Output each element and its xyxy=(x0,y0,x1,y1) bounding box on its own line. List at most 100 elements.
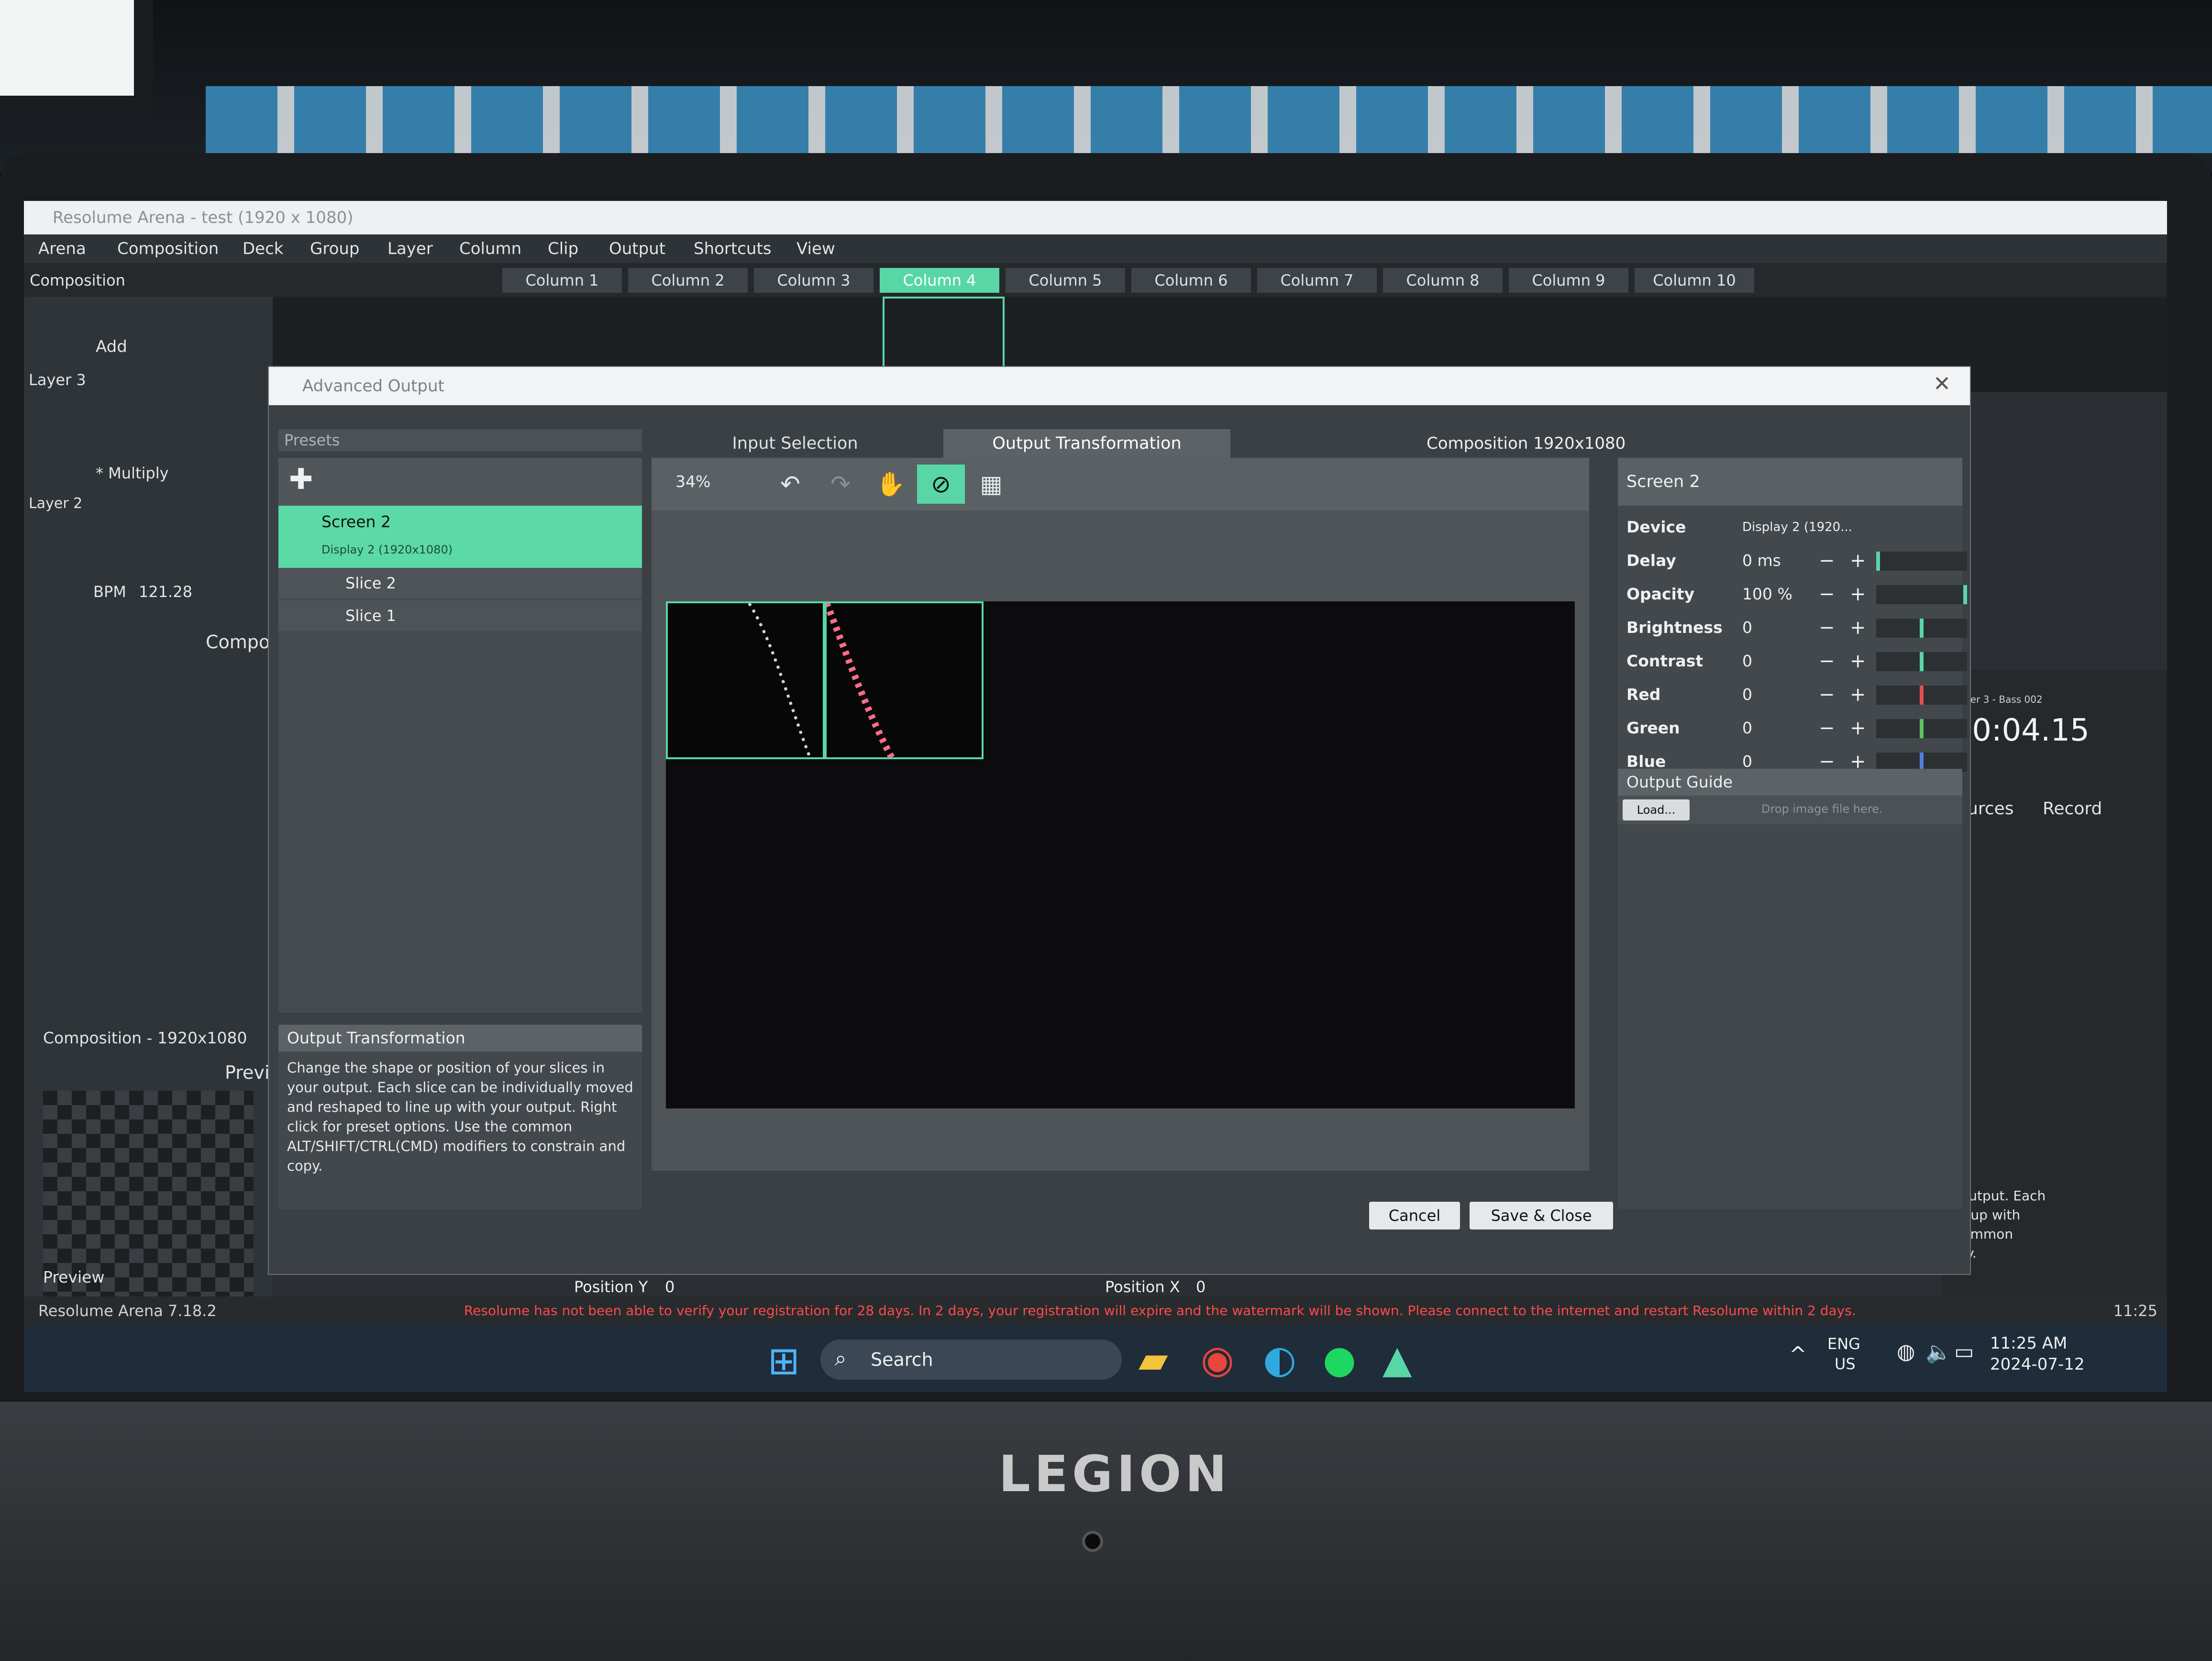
redo-icon[interactable]: ↷ xyxy=(817,465,864,504)
presets-dropdown[interactable]: Presets xyxy=(278,429,642,451)
clock-date[interactable]: 2024-07-12 xyxy=(1990,1355,2085,1374)
column-7[interactable]: Column 7 xyxy=(1257,268,1377,293)
minus-button[interactable]: − xyxy=(1819,577,1835,611)
screen-display: Display 2 (1920x1080) xyxy=(321,543,453,556)
column-8[interactable]: Column 8 xyxy=(1383,268,1503,293)
plus-button[interactable]: + xyxy=(1850,577,1866,611)
region-label[interactable]: US xyxy=(1835,1355,1856,1373)
menu-group[interactable]: Group xyxy=(310,234,360,263)
minus-button[interactable]: − xyxy=(1819,678,1835,711)
undo-icon[interactable]: ↶ xyxy=(766,465,814,504)
column-4[interactable]: Column 4 xyxy=(880,268,999,293)
volume-icon[interactable]: 🔈 xyxy=(1925,1340,1952,1364)
prop-slider[interactable] xyxy=(1876,652,1967,671)
position-x-value[interactable]: 0 xyxy=(1196,1275,1206,1299)
column-6[interactable]: Column 6 xyxy=(1131,268,1251,293)
menu-layer[interactable]: Layer xyxy=(387,234,433,263)
plus-button[interactable]: + xyxy=(1850,711,1866,745)
tray-chevron-icon[interactable]: ^ xyxy=(1789,1342,1807,1367)
menu-column[interactable]: Column xyxy=(459,234,521,263)
tab-input-selection[interactable]: Input Selection xyxy=(652,429,939,458)
prop-slider[interactable] xyxy=(1876,552,1967,571)
column-10[interactable]: Column 10 xyxy=(1635,268,1754,293)
prop-label: Contrast xyxy=(1626,652,1703,670)
grid-icon[interactable]: ▦ xyxy=(967,465,1015,504)
battery-icon[interactable]: ▭ xyxy=(1954,1340,1974,1364)
props-header: Screen 2 xyxy=(1618,458,1962,506)
bpm-value[interactable]: 121.28 xyxy=(139,583,192,601)
lang-label[interactable]: ENG xyxy=(1827,1335,1860,1353)
plus-button[interactable]: + xyxy=(1850,544,1866,577)
slice-1-thumb[interactable] xyxy=(666,601,825,759)
resolume-icon[interactable]: ▲ xyxy=(1382,1337,1412,1382)
prop-value[interactable]: 100 % xyxy=(1742,577,1792,611)
plus-button[interactable]: + xyxy=(1850,611,1866,644)
prop-value[interactable]: 0 ms xyxy=(1742,544,1781,577)
menu-arena[interactable]: Arena xyxy=(38,234,86,263)
load-button[interactable]: Load... xyxy=(1623,799,1690,820)
minus-button[interactable]: − xyxy=(1819,544,1835,577)
prop-slider[interactable] xyxy=(1876,686,1967,705)
clock-time[interactable]: 11:25 AM xyxy=(1990,1334,2067,1353)
save-close-button[interactable]: Save & Close xyxy=(1470,1202,1613,1229)
prop-slider[interactable] xyxy=(1876,719,1967,738)
advanced-output-dialog: Advanced Output ✕ Presets ✚ Screen 2 Dis… xyxy=(268,366,1971,1275)
composition-info: Composition 1920x1080 xyxy=(1427,434,1626,453)
composition-size-label: Composition - 1920x1080 xyxy=(43,1029,247,1047)
prop-value[interactable]: 0 xyxy=(1742,678,1752,711)
record-tab[interactable]: Record xyxy=(2043,799,2102,819)
menu-shortcuts[interactable]: Shortcuts xyxy=(694,234,772,263)
column-1[interactable]: Column 1 xyxy=(502,268,622,293)
prop-slider[interactable] xyxy=(1876,619,1967,638)
spotify-icon[interactable]: ● xyxy=(1323,1337,1356,1382)
slice-2-thumb[interactable] xyxy=(825,601,984,759)
network-icon[interactable]: ◍ xyxy=(1897,1340,1915,1364)
menu-clip[interactable]: Clip xyxy=(548,234,578,263)
column-2[interactable]: Column 2 xyxy=(628,268,748,293)
menu-view[interactable]: View xyxy=(796,234,835,263)
menu-output[interactable]: Output xyxy=(609,234,665,263)
minus-button[interactable]: − xyxy=(1819,644,1835,678)
tree-item-slice-2[interactable]: Slice 2 xyxy=(278,568,642,598)
blend-add-label[interactable]: Add xyxy=(96,337,127,356)
windows-start-icon[interactable]: ⊞ xyxy=(768,1339,800,1383)
prop-label: Brightness xyxy=(1626,618,1723,637)
prop-row-opacity: Opacity 100 % − + xyxy=(1618,577,1967,611)
snap-icon[interactable]: ⊘ xyxy=(917,465,965,504)
prop-value[interactable]: 0 xyxy=(1742,611,1752,644)
column-5[interactable]: Column 5 xyxy=(1006,268,1125,293)
close-icon[interactable]: ✕ xyxy=(1933,372,1951,396)
plus-button[interactable]: + xyxy=(1850,678,1866,711)
menu-deck[interactable]: Deck xyxy=(243,234,283,263)
prop-value[interactable]: 0 xyxy=(1742,711,1752,745)
edge-icon[interactable]: ◐ xyxy=(1263,1337,1296,1382)
file-explorer-icon[interactable]: ▰ xyxy=(1139,1337,1168,1382)
hand-icon[interactable]: ✋ xyxy=(867,465,915,504)
preview-footer: Preview xyxy=(43,1268,105,1286)
output-view[interactable] xyxy=(666,601,1575,1108)
cancel-button[interactable]: Cancel xyxy=(1369,1202,1460,1229)
prop-value[interactable]: 0 xyxy=(1742,644,1752,678)
minus-button[interactable]: − xyxy=(1819,711,1835,745)
prop-slider[interactable] xyxy=(1876,585,1967,604)
tab-output-transformation[interactable]: Output Transformation xyxy=(943,429,1230,458)
blend-multiply-label[interactable]: * Multiply xyxy=(96,464,169,482)
zoom-select[interactable]: 34% xyxy=(675,472,710,491)
add-screen-icon[interactable]: ✚ xyxy=(289,463,313,496)
column-9[interactable]: Column 9 xyxy=(1509,268,1628,293)
wire-rack xyxy=(206,86,2212,153)
chrome-icon[interactable]: ◉ xyxy=(1201,1337,1234,1382)
menu-composition[interactable]: Composition xyxy=(117,234,219,263)
laptop-logo: LEGION xyxy=(998,1445,1231,1503)
tree-item-screen-2[interactable]: Screen 2 Display 2 (1920x1080) xyxy=(278,506,642,568)
composition-label[interactable]: Composition xyxy=(30,268,125,293)
tree-item-slice-1[interactable]: Slice 1 xyxy=(278,600,642,631)
device-select[interactable]: Display 2 (1920... xyxy=(1742,510,1852,544)
column-3[interactable]: Column 3 xyxy=(754,268,874,293)
minus-button[interactable]: − xyxy=(1819,611,1835,644)
screen-tree: ✚ Screen 2 Display 2 (1920x1080) Slice 2… xyxy=(278,458,642,1013)
taskbar-search[interactable]: ⌕ Search xyxy=(820,1340,1122,1380)
position-y-value[interactable]: 0 xyxy=(665,1275,675,1299)
plus-button[interactable]: + xyxy=(1850,644,1866,678)
layer-2-label: Layer 2 xyxy=(29,495,83,512)
